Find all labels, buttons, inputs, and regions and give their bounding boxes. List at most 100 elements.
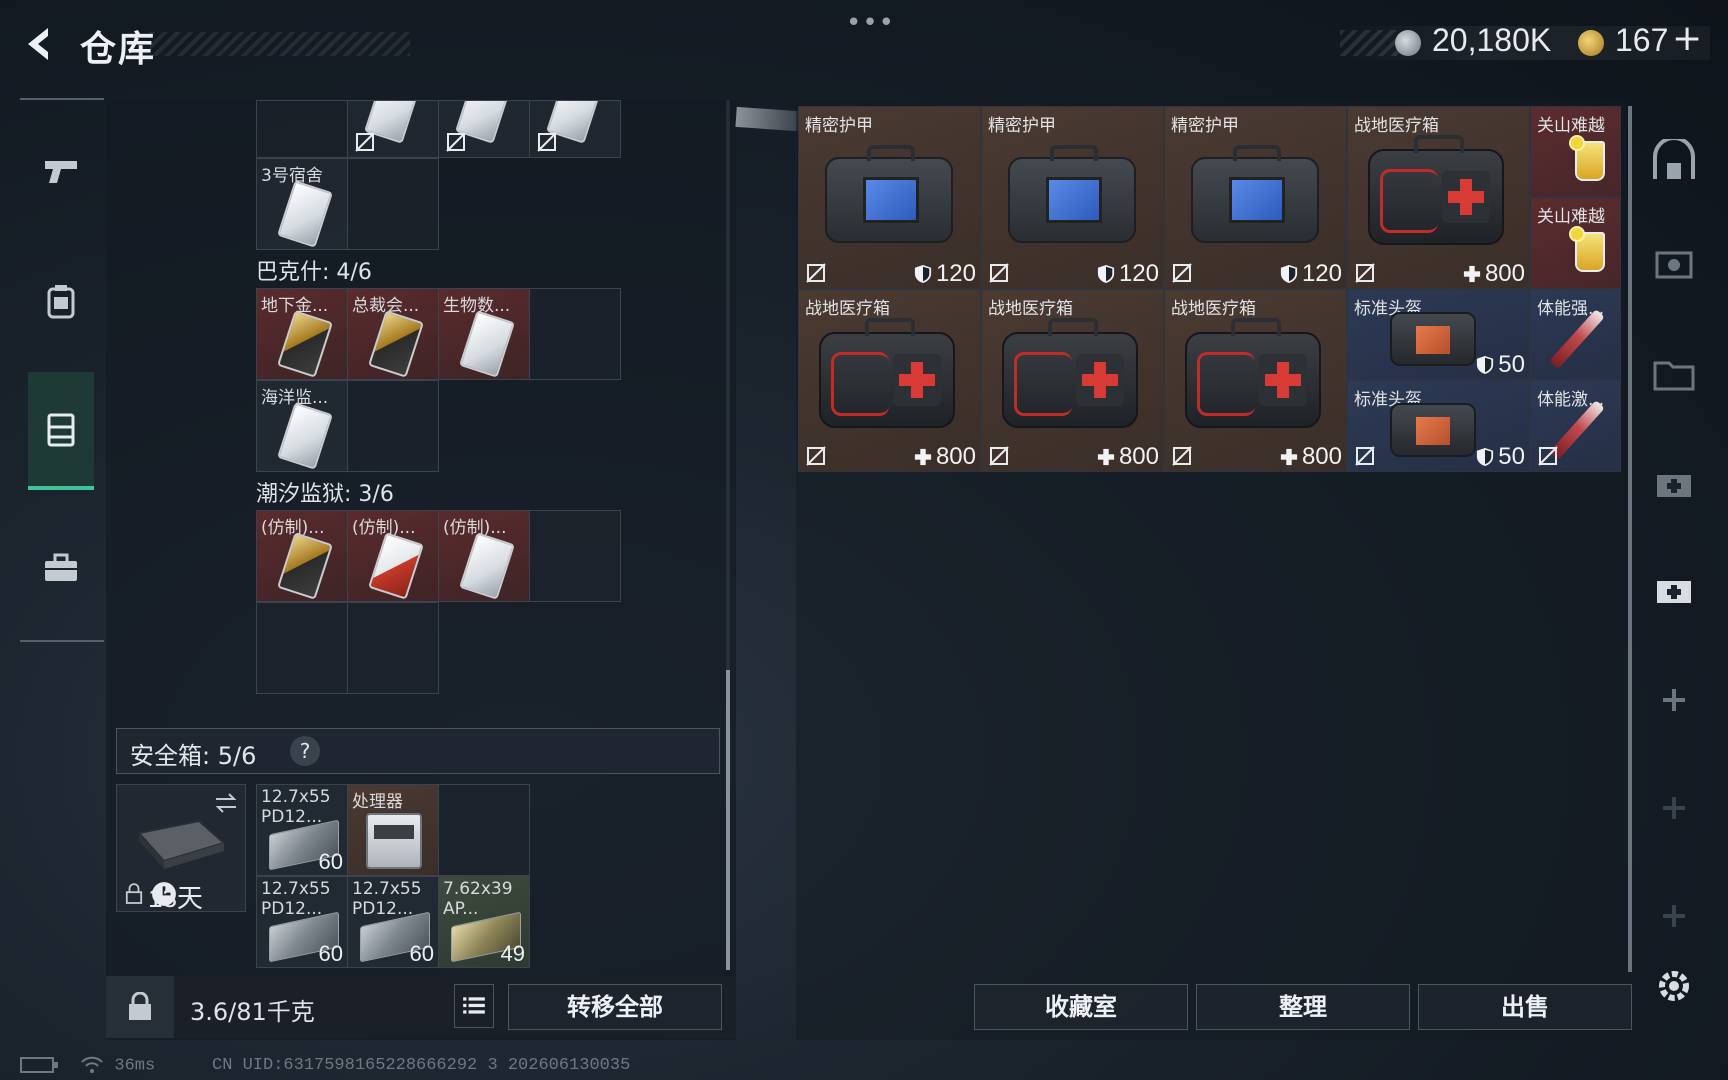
processor-icon — [366, 813, 422, 869]
grid-slot-card[interactable]: (仿制)... — [256, 510, 348, 602]
armor-value: 120 — [1118, 260, 1159, 287]
list-view-button[interactable] — [454, 984, 494, 1028]
storage-tab-4[interactable] — [1646, 236, 1702, 292]
grid-slot-card[interactable]: (仿制)... — [438, 510, 530, 602]
nav-item-weapon[interactable] — [28, 112, 94, 230]
grid-slot-processor[interactable]: 处理器 — [347, 784, 439, 876]
grid-slot-card[interactable]: 海洋监... — [256, 380, 348, 472]
money-balance: 20,180K — [1432, 22, 1552, 58]
item-name: 处理器 — [352, 792, 403, 812]
heal-plus-icon — [1280, 448, 1298, 466]
safe-box-timer: 13天 — [148, 883, 203, 913]
grid-slot-syringe[interactable]: 体能强... — [1530, 289, 1621, 380]
weight-lock-button[interactable] — [106, 976, 174, 1038]
back-button[interactable] — [20, 24, 60, 64]
grid-slot-empty[interactable] — [438, 784, 530, 876]
heal-plus-icon — [914, 448, 932, 466]
backpack-lock-icon — [129, 992, 151, 1020]
settings-button[interactable] — [1646, 958, 1702, 1014]
ping-value: 36ms — [114, 1056, 156, 1076]
storage-tab-2[interactable] — [1646, 456, 1702, 512]
backpack-icon — [47, 285, 75, 319]
plus-icon — [1663, 797, 1685, 819]
grid-slot-medkit[interactable]: 战地医疗箱 800 — [798, 289, 981, 472]
grid-slot-empty[interactable] — [529, 510, 621, 602]
grid-slot-empty[interactable] — [347, 380, 439, 472]
grid-slot-helmet[interactable]: 标准头盔 50 — [1347, 380, 1530, 472]
grid-slot-armor[interactable]: 精密护甲 120 — [981, 106, 1164, 289]
add-storage-button[interactable] — [1646, 780, 1702, 836]
no-bind-icon — [1538, 446, 1558, 466]
nav-item-backpack[interactable] — [28, 242, 94, 360]
grid-slot-card[interactable]: 生物数... — [438, 288, 530, 380]
money-coin-icon — [1395, 30, 1421, 56]
item-count: 60 — [409, 941, 434, 966]
storage-tab-2b[interactable] — [1646, 562, 1702, 618]
grid-slot-card[interactable]: 总裁会... — [347, 288, 439, 380]
item-name: (仿制)... — [261, 518, 325, 538]
section-label-chaoxi: 潮汐监狱: 3/6 — [256, 482, 394, 507]
list-icon — [463, 997, 485, 1014]
grid-slot-medkit[interactable]: 战地医疗箱 800 — [1164, 289, 1347, 472]
grid-slot-card[interactable]: (仿制)... — [347, 510, 439, 602]
safe-box-help-button[interactable]: ? — [290, 736, 320, 766]
add-coupon-button[interactable]: + — [1672, 18, 1702, 59]
organize-button[interactable]: 整理 — [1196, 984, 1410, 1030]
grid-slot-card[interactable] — [529, 100, 621, 158]
grid-slot-helmet[interactable]: 标准头盔 50 — [1347, 289, 1530, 380]
item-count: 60 — [318, 849, 343, 874]
grid-slot-ammo[interactable]: 12.7x55 PD12... 60 — [347, 876, 439, 968]
no-bind-icon — [989, 263, 1009, 283]
storage-tab-main[interactable] — [1646, 134, 1702, 190]
grid-slot-syringe[interactable]: 体能激... — [1530, 380, 1621, 472]
grid-slot-empty[interactable] — [256, 602, 348, 694]
battery-icon — [20, 1057, 58, 1073]
storage-tab-4b[interactable] — [1646, 346, 1702, 402]
wifi-icon — [81, 1056, 103, 1073]
grid-slot-empty[interactable] — [256, 100, 348, 158]
grid-slot-empty[interactable] — [347, 602, 439, 694]
no-bind-icon — [1355, 446, 1375, 466]
grid-slot-ammo[interactable]: 12.7x55 PD12... 60 — [256, 784, 348, 876]
no-bind-icon — [989, 446, 1009, 466]
grid-slot-empty[interactable] — [529, 288, 621, 380]
add-storage-button[interactable] — [1646, 888, 1702, 944]
grid-slot-ammo[interactable]: 7.62x39 AP... 49 — [438, 876, 530, 968]
swap-icon[interactable] — [213, 791, 239, 815]
no-bind-icon — [446, 132, 466, 152]
grid-slot-card[interactable]: 3号宿舍 — [256, 158, 348, 250]
shield-icon — [1477, 448, 1494, 466]
grid-slot-card[interactable] — [438, 100, 530, 158]
gear-icon — [1659, 971, 1689, 1001]
grid-slot-medkit[interactable]: 战地医疗箱 800 — [1347, 106, 1530, 289]
more-options-button[interactable]: ••• — [846, 8, 895, 38]
collection-room-button[interactable]: 收藏室 — [974, 984, 1188, 1030]
right-scrollbar[interactable] — [1628, 106, 1632, 972]
grid-slot-card[interactable]: 地下金... — [256, 288, 348, 380]
grid-slot-armor[interactable]: 精密护甲 120 — [1164, 106, 1347, 289]
grid-slot-drink[interactable]: 关山难越 — [1530, 106, 1621, 197]
nav-item-vest[interactable] — [28, 372, 94, 490]
plus-icon — [1663, 689, 1685, 711]
item-name: (仿制)... — [352, 518, 416, 538]
add-storage-button[interactable] — [1646, 672, 1702, 728]
item-count: 60 — [318, 941, 343, 966]
heal-value: 800 — [935, 443, 976, 470]
left-scrollbar-thumb[interactable] — [726, 670, 730, 970]
heal-value: 800 — [1118, 443, 1159, 470]
transfer-all-button[interactable]: 转移全部 — [508, 984, 722, 1030]
grid-slot-ammo[interactable]: 12.7x55 PD12... 60 — [256, 876, 348, 968]
nav-item-toolbox[interactable] — [28, 508, 94, 626]
shield-icon — [1477, 356, 1494, 374]
grid-slot-empty[interactable] — [347, 158, 439, 250]
grid-slot-armor[interactable]: 精密护甲 120 — [798, 106, 981, 289]
grid-slot-card[interactable] — [347, 100, 439, 158]
plus-icon — [1663, 905, 1685, 927]
nav-divider — [20, 640, 104, 642]
sell-button[interactable]: 出售 — [1418, 984, 1632, 1030]
medical-crate-icon — [1657, 581, 1691, 603]
heal-plus-icon — [1097, 448, 1115, 466]
grid-slot-medkit[interactable]: 战地医疗箱 800 — [981, 289, 1164, 472]
grid-slot-drink[interactable]: 关山难越 — [1530, 197, 1621, 289]
pistol-icon — [45, 161, 77, 183]
